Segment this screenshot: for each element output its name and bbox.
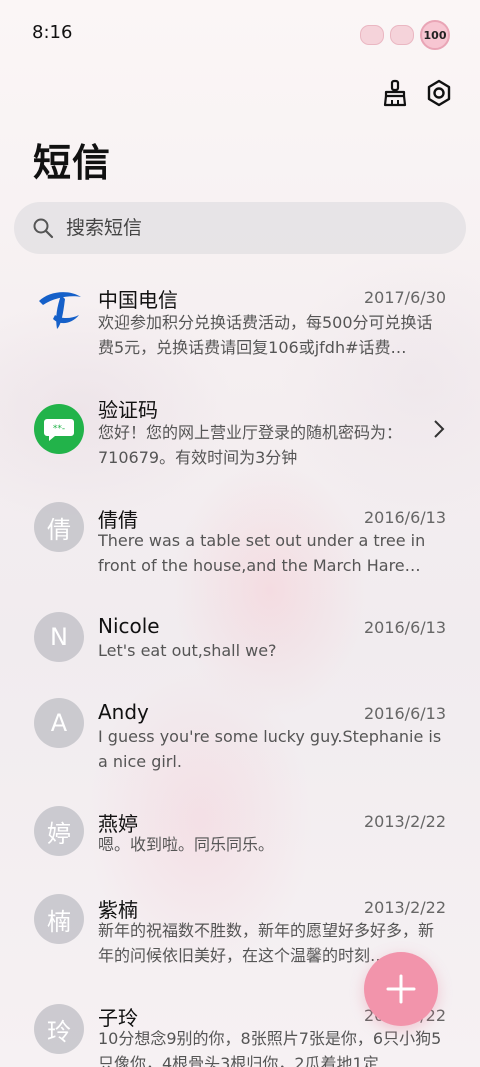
- message-preview: Let's eat out,shall we?: [98, 641, 277, 660]
- message-preview: 嗯。收到啦。同乐同乐。: [98, 835, 275, 854]
- message-date: 2016/6/13: [363, 618, 446, 637]
- message-bubble-avatar: **-: [34, 404, 84, 454]
- plus-icon: [386, 974, 416, 1004]
- conversation-row[interactable]: 婷 燕婷 2013/2/22 嗯。收到啦。同乐同乐。: [0, 800, 480, 900]
- contact-name: 中国电信: [98, 288, 178, 312]
- new-message-button[interactable]: [364, 952, 438, 1026]
- conversation-row[interactable]: A Andy 2016/6/13 I guess you're some luc…: [0, 686, 480, 786]
- message-date: 2017/6/30: [363, 288, 446, 307]
- sticker-icon: [390, 25, 414, 45]
- message-date: 2013/2/22: [363, 812, 446, 831]
- avatar: 玲: [34, 1004, 84, 1054]
- message-preview: 欢迎参加积分兑换话费活动，每500分可兑换话费5元，兑换话费请回复106或jfd…: [98, 313, 433, 357]
- conversation-row[interactable]: N Nicole 2016/6/13 Let's eat out,shall w…: [0, 600, 480, 700]
- status-icons: 100: [360, 20, 450, 50]
- contact-name: Andy: [98, 700, 149, 724]
- avatar: A: [34, 698, 84, 748]
- avatar: 婷: [34, 806, 84, 856]
- search-icon: [33, 218, 54, 239]
- svg-text:**-: **-: [53, 424, 65, 434]
- search-bar[interactable]: [14, 202, 466, 254]
- message-preview: 10分想念9别的你，8张照片7张是你，6只小狗5只像你，4根骨头3根归你，2瓜着…: [98, 1029, 442, 1067]
- status-time: 8:16: [32, 22, 73, 43]
- contact-name: 验证码: [98, 398, 158, 422]
- message-date: 2016/6/13: [363, 704, 446, 723]
- conversation-row[interactable]: 倩 倩倩 2016/6/13 There was a table set out…: [0, 490, 480, 590]
- message-date: 2016/6/13: [363, 508, 446, 527]
- avatar: 倩: [34, 502, 84, 552]
- avatar: 楠: [34, 894, 84, 944]
- conversation-row[interactable]: **- 验证码 您好！您的网上营业厅登录的随机密码为：710679。有效时间为3…: [0, 380, 480, 480]
- message-date: 2013/2/22: [363, 898, 446, 917]
- chevron-right-icon[interactable]: [432, 418, 446, 440]
- search-input[interactable]: [64, 216, 428, 240]
- settings-icon[interactable]: [424, 78, 454, 108]
- message-preview: 您好！您的网上营业厅登录的随机密码为：710679。有效时间为3分钟: [98, 423, 403, 467]
- sticker-icon: [360, 25, 384, 45]
- battery-indicator: 100: [420, 20, 450, 50]
- message-preview: There was a table set out under a tree i…: [98, 531, 426, 575]
- page-title: 短信: [33, 141, 112, 185]
- message-bubble-icon: **-: [44, 419, 74, 441]
- avatar: N: [34, 612, 84, 662]
- china-telecom-logo-icon: [39, 292, 81, 329]
- china-telecom-logo: [34, 284, 84, 334]
- message-preview: I guess you're some lucky guy.Stephanie …: [98, 727, 442, 771]
- conversation-row[interactable]: 中国电信 2017/6/30 欢迎参加积分兑换话费活动，每500分可兑换话费5元…: [0, 270, 480, 370]
- status-bar: 8:16 100: [0, 0, 480, 68]
- contact-name: Nicole: [98, 614, 160, 638]
- broom-icon[interactable]: [380, 78, 410, 108]
